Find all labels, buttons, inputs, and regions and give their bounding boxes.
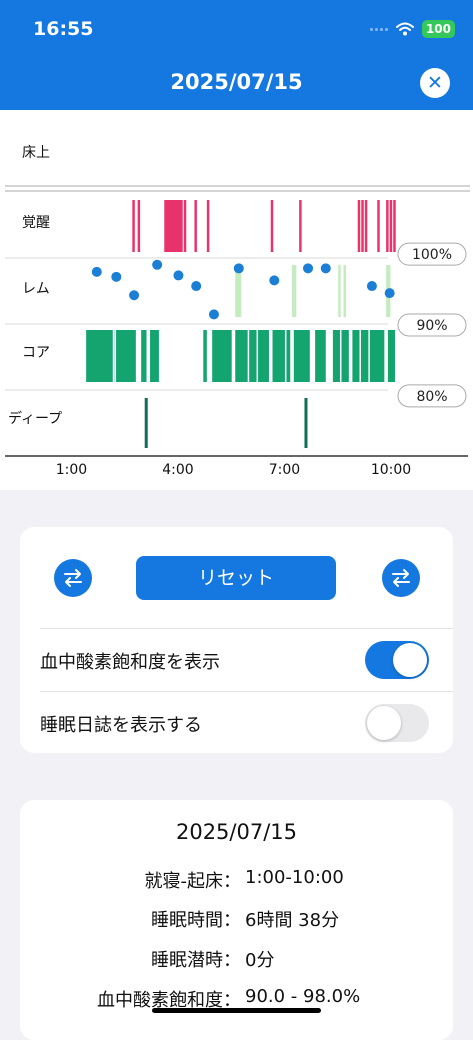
x-tick-label: 10:00 <box>371 462 411 478</box>
summary-value: 1:00-10:00 <box>245 867 344 888</box>
x-tick-label: 7:00 <box>269 462 300 478</box>
summary-value: 90.0 - 98.0% <box>245 986 361 1007</box>
close-icon[interactable]: ✕ <box>427 72 443 94</box>
swap-left-button[interactable] <box>54 559 92 597</box>
x-tick-label: 1:00 <box>56 462 87 478</box>
core-gap <box>359 330 361 382</box>
spo2-toggle-label: 血中酸素飽和度を表示 <box>40 652 220 673</box>
core-segment <box>86 330 136 382</box>
swap-right-button[interactable] <box>382 559 420 597</box>
awake-mark <box>386 200 389 252</box>
spo2-point <box>366 281 377 292</box>
diary-toggle[interactable] <box>365 704 429 742</box>
deep-mark <box>144 398 148 448</box>
awake-mark <box>270 200 274 252</box>
reset-button[interactable]: リセット <box>136 556 336 600</box>
awake-mark <box>132 200 135 252</box>
spo2-point <box>111 271 122 282</box>
spo2-point <box>173 270 184 281</box>
spo2-point <box>320 263 331 274</box>
spo2-point <box>384 288 395 299</box>
core-segment <box>315 330 326 382</box>
signal-icon <box>369 27 388 31</box>
summary-key: 睡眠時間： <box>151 910 241 931</box>
row-label: ディープ <box>8 410 62 427</box>
core-segment <box>212 330 232 382</box>
core-segment <box>235 330 269 382</box>
row-label: 覚醒 <box>22 215 50 231</box>
summary-row: 睡眠時間： 6時間 38分 <box>20 906 453 936</box>
core-gap <box>256 330 259 382</box>
spo2-point <box>269 275 280 286</box>
spo2-point <box>208 309 219 320</box>
diary-toggle-row: 睡眠日誌を表示する <box>40 691 453 754</box>
spo2-axis-label: 90% <box>416 318 447 334</box>
core-segment <box>387 330 395 382</box>
summary-row: 就寝-起床： 1:00-10:00 <box>20 867 453 897</box>
awake-mark <box>180 200 183 252</box>
spo2-axis-label: 100% <box>412 247 452 263</box>
summary-value: 6時間 38分 <box>245 910 340 931</box>
core-gap <box>247 330 250 382</box>
spo2-point <box>152 259 163 270</box>
spo2-toggle-row: 血中酸素飽和度を表示 <box>40 628 453 691</box>
awake-mark <box>183 200 187 252</box>
row-label: コア <box>22 345 50 361</box>
awake-mark <box>299 200 302 252</box>
swap-arrows-icon[interactable] <box>382 559 420 597</box>
row-label: 床上 <box>22 145 50 161</box>
core-segment <box>293 330 310 382</box>
summary-key: 睡眠潜時： <box>151 950 241 971</box>
sleep-chart: 床上覚醒レムコアディープ 1:00 4:00 7:00 10:00 100% 90% 80% <box>0 110 473 490</box>
x-tick-label: 4:00 <box>162 462 193 478</box>
spo2-point <box>233 263 244 274</box>
awake-mark <box>206 200 210 252</box>
rem-mark <box>338 265 341 317</box>
awake-mark <box>377 200 380 252</box>
core-gap <box>368 330 370 382</box>
controls-card: リセット 血中酸素飽和度を表示 睡眠日誌を表示する <box>20 527 453 753</box>
home-indicator <box>152 1008 321 1013</box>
status-time: 16:55 <box>33 18 94 40</box>
battery-icon: 100 <box>421 20 455 38</box>
row-label: レム <box>22 281 50 297</box>
awake-mark <box>357 200 361 252</box>
core-segment <box>272 330 291 382</box>
spo2-point <box>129 290 140 301</box>
rem-mark <box>293 265 297 317</box>
sleep-chart-svg: 床上覚醒レムコアディープ 1:00 4:00 7:00 10:00 100% 90% 80% <box>5 145 470 478</box>
awake-mark <box>364 200 368 252</box>
summary-row: 睡眠潜時： 0分 <box>20 946 453 976</box>
spo2-point <box>191 281 202 292</box>
spo2-point <box>91 266 102 277</box>
core-gap <box>112 330 115 382</box>
summary-value: 0分 <box>245 950 275 971</box>
page-title: 2025/07/15 <box>170 70 303 94</box>
awake-mark <box>389 200 393 252</box>
wifi-icon <box>395 22 414 36</box>
rem-mark <box>343 265 347 317</box>
header: 16:55 100 2025/07/15 ✕ <box>0 0 473 110</box>
core-segment <box>141 330 147 382</box>
summary-date: 2025/07/15 <box>175 820 298 844</box>
spo2-point <box>303 263 314 274</box>
core-segment <box>203 330 207 382</box>
summary-card: 2025/07/15 就寝-起床： 1:00-10:00 睡眠時間： 6時間 3… <box>20 800 453 1040</box>
awake-mark <box>137 200 141 252</box>
core-segment <box>150 330 159 382</box>
summary-key: 就寝-起床： <box>144 871 242 892</box>
spo2-axis-label: 80% <box>416 389 447 405</box>
status-icons: 100 <box>369 20 455 38</box>
swap-arrows-icon[interactable] <box>54 559 92 597</box>
spo2-toggle[interactable] <box>365 641 429 679</box>
core-gap <box>114 330 117 382</box>
deep-mark <box>304 398 308 448</box>
awake-mark <box>194 200 197 252</box>
close-button[interactable]: ✕ <box>420 68 450 98</box>
diary-toggle-label: 睡眠日誌を表示する <box>40 715 202 736</box>
core-gap <box>339 330 342 382</box>
core-gap <box>284 330 287 382</box>
awake-mark <box>393 200 396 252</box>
awake-mark <box>361 200 364 252</box>
